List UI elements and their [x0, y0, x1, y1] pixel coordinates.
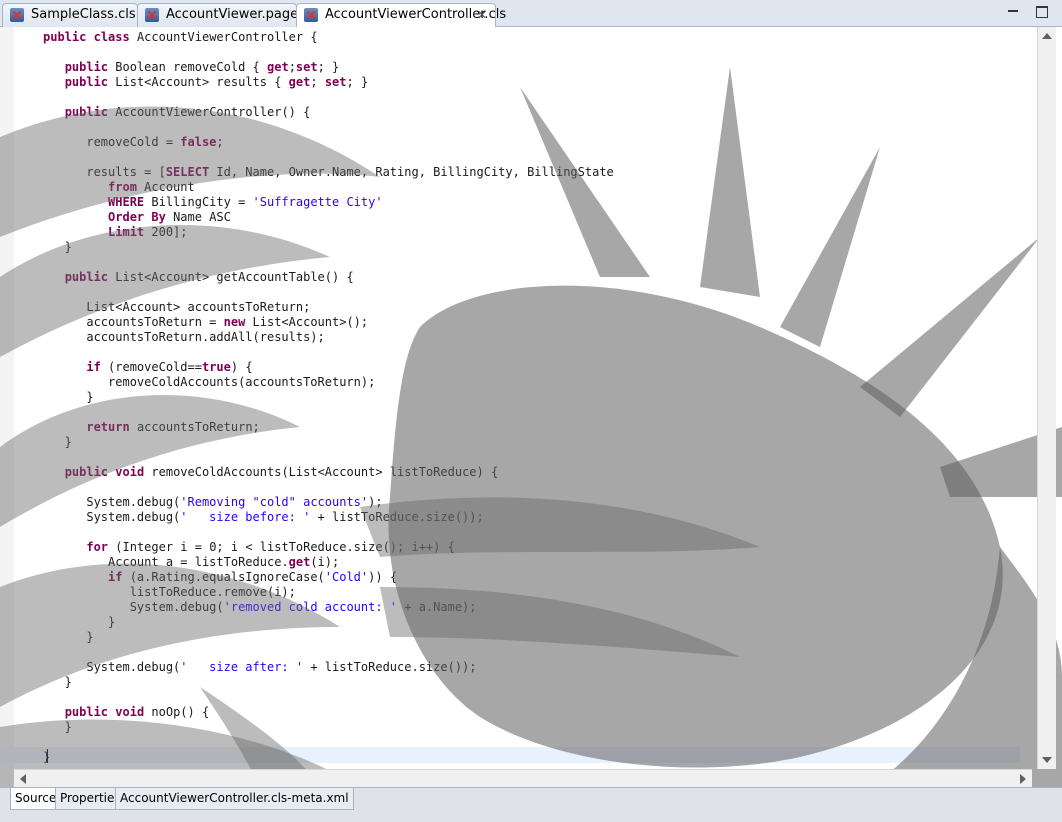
editor-ruler	[0, 27, 14, 787]
code-line: removeColdAccounts(accountsToReturn);	[43, 375, 376, 389]
apex-class-icon	[10, 8, 24, 22]
code-line: WHERE BillingCity = 'Suffragette City'	[108, 195, 383, 209]
source-code[interactable]: public class AccountViewerController { p…	[43, 30, 614, 765]
tab-accountviewercontroller[interactable]: AccountViewerController.cls ✕	[296, 3, 506, 28]
code-line: }	[43, 435, 72, 449]
code-line: from Account	[108, 180, 195, 194]
code-editor[interactable]: public class AccountViewerController { p…	[0, 27, 1062, 787]
code-line: if (removeCold==true) {	[86, 360, 253, 374]
scroll-right-icon[interactable]	[1020, 774, 1026, 784]
code-line: List<Account> accountsToReturn;	[43, 300, 311, 314]
code-line: }	[43, 615, 116, 629]
tab-sampleclass[interactable]: SampleClass.cls	[2, 3, 138, 27]
code-line: return accountsToReturn;	[86, 420, 260, 434]
code-line: }	[43, 750, 614, 765]
maximize-icon[interactable]	[1036, 6, 1048, 18]
code-line: System.debug(' size before: ' + listToRe…	[43, 510, 484, 524]
code-line: for (Integer i = 0; i < listToReduce.siz…	[86, 540, 455, 554]
code-line: public class AccountViewerController {	[43, 30, 318, 44]
code-line: }	[43, 240, 72, 254]
editor-tab-bar: SampleClass.cls AccountViewer.page Accou…	[0, 0, 1062, 28]
code-line: public void noOp() {	[64, 705, 210, 719]
window-controls	[1004, 6, 1048, 20]
close-icon[interactable]: ✕	[477, 4, 487, 26]
code-line: removeCold = false;	[43, 135, 224, 149]
apex-class-icon	[304, 8, 318, 22]
code-line: public AccountViewerController() {	[64, 105, 311, 119]
code-line: public List<Account> results { get; set;…	[64, 75, 369, 89]
code-line: accountsToReturn.addAll(results);	[43, 330, 325, 344]
code-line: }	[43, 720, 72, 734]
code-line: System.debug('Removing "cold" accounts')…	[43, 495, 383, 509]
vertical-scrollbar[interactable]	[1037, 27, 1056, 769]
code-line: System.debug('removed cold account: ' + …	[43, 600, 477, 614]
tab-source[interactable]: Source	[10, 788, 62, 810]
editor-bottom-tabs: Source Properties AccountViewerControlle…	[0, 787, 1062, 822]
minimize-icon[interactable]	[1008, 10, 1018, 12]
code-line: if (a.Rating.equalsIgnoreCase('Cold')) {	[108, 570, 398, 584]
code-line: }	[43, 630, 94, 644]
code-line: System.debug(' size after: ' + listToRed…	[43, 660, 477, 674]
code-line: }	[43, 675, 72, 689]
code-line: listToReduce.remove(i);	[43, 585, 296, 599]
scroll-left-icon[interactable]	[20, 774, 26, 784]
code-line: accountsToReturn = new List<Account>();	[43, 315, 369, 329]
tab-meta-xml[interactable]: AccountViewerController.cls-meta.xml	[115, 788, 354, 810]
code-line: Account a = listToReduce.get(i);	[43, 555, 340, 569]
tab-accountviewer-page[interactable]: AccountViewer.page	[137, 3, 299, 27]
code-line: public void removeColdAccounts(List<Acco…	[64, 465, 499, 479]
code-line: public List<Account> getAccountTable() {	[64, 270, 354, 284]
horizontal-scrollbar[interactable]	[14, 769, 1032, 787]
tab-label: SampleClass.cls	[31, 7, 136, 22]
text-caret	[47, 749, 48, 763]
code-line: Limit 200];	[108, 225, 188, 239]
scroll-up-icon[interactable]	[1042, 33, 1052, 39]
apex-page-icon	[145, 8, 159, 22]
code-line: results = [SELECT Id, Name, Owner.Name, …	[43, 165, 614, 179]
code-line: Order By Name ASC	[108, 210, 231, 224]
eclipse-editor-window: SampleClass.cls AccountViewer.page Accou…	[0, 0, 1062, 822]
tab-label: AccountViewer.page	[166, 7, 299, 22]
code-line: }	[43, 390, 94, 404]
scroll-down-icon[interactable]	[1042, 757, 1052, 763]
code-line: public Boolean removeCold { get;set; }	[64, 60, 340, 74]
